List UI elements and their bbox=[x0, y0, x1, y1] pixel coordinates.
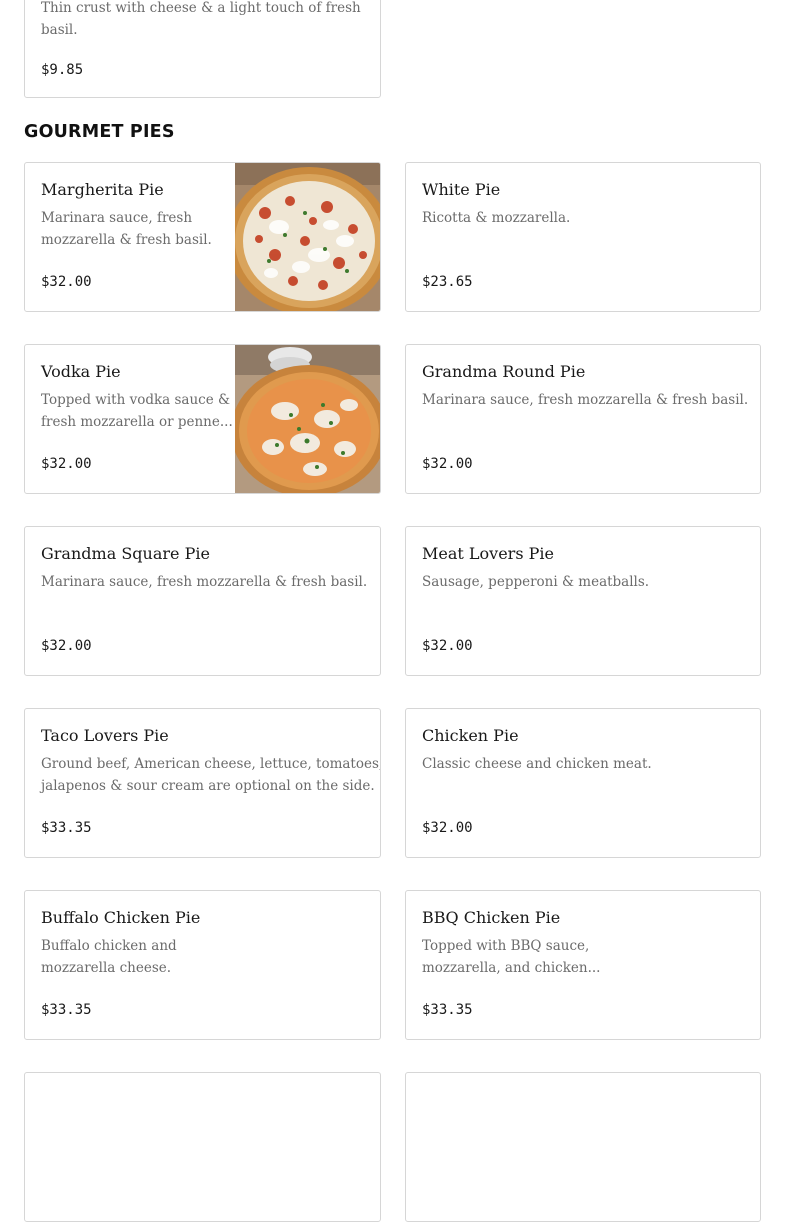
description-line: mozzarella cheese. bbox=[41, 960, 172, 976]
menu-item-name: Buffalo Chicken Pie bbox=[41, 908, 201, 927]
menu-item-name: Margherita Pie bbox=[41, 180, 164, 199]
menu-item-description: Ground beef, American cheese, lettuce, t… bbox=[41, 753, 381, 797]
description-line: Marinara sauce, fresh mozzarella & fresh… bbox=[41, 574, 368, 590]
menu-item-price: $33.35 bbox=[41, 820, 92, 836]
menu-item-name: Vodka Pie bbox=[41, 362, 121, 381]
menu-item-price: $33.35 bbox=[422, 1002, 473, 1018]
menu-item-name: Chicken Pie bbox=[422, 726, 519, 745]
section-title: GOURMET PIES bbox=[24, 122, 175, 142]
description-line: Topped with vodka sauce & bbox=[41, 392, 231, 408]
menu-item-card[interactable]: Margherita Pie Marinara sauce, fresh moz… bbox=[24, 162, 381, 312]
description-line: Buffalo chicken and bbox=[41, 938, 177, 954]
menu-item-description: Marinara sauce, fresh mozzarella & fresh… bbox=[41, 571, 367, 593]
description-line: Sausage, pepperoni & meatballs. bbox=[422, 574, 650, 590]
menu-item-description: Classic cheese and chicken meat. bbox=[422, 753, 652, 775]
description-line: Marinara sauce, fresh bbox=[41, 210, 193, 226]
menu-item-description: Marinara sauce, fresh mozzarella & fresh… bbox=[41, 207, 212, 251]
menu-item-description: Topped with vodka sauce & fresh mozzarel… bbox=[41, 389, 233, 433]
description-line: Marinara sauce, fresh mozzarella & fresh… bbox=[422, 392, 749, 408]
menu-item-name: Grandma Round Pie bbox=[422, 362, 586, 381]
menu-item-description: Topped with BBQ sauce, mozzarella, and c… bbox=[422, 935, 600, 979]
description-line: Topped with BBQ sauce, bbox=[422, 938, 590, 954]
menu-item-price: $23.65 bbox=[422, 274, 473, 290]
description-line: jalapenos & sour cream are optional on t… bbox=[41, 778, 375, 794]
menu-item-description: Buffalo chicken and mozzarella cheese. bbox=[41, 935, 177, 979]
menu-item-description: Thin crust with cheese & a light touch o… bbox=[41, 0, 361, 41]
menu-item-card[interactable]: BBQ Chicken Pie Topped with BBQ sauce, m… bbox=[405, 890, 761, 1040]
margherita-pizza-photo bbox=[235, 163, 380, 311]
menu-item-card[interactable]: White Pie Ricotta & mozzarella. $23.65 bbox=[405, 162, 761, 312]
menu-item-card[interactable]: Grandma Round Pie Marinara sauce, fresh … bbox=[405, 344, 761, 494]
menu-item-price: $32.00 bbox=[422, 820, 473, 836]
menu-item-description: Sausage, pepperoni & meatballs. bbox=[422, 571, 649, 593]
description-line: Thin crust with cheese & a light touch o… bbox=[41, 0, 361, 16]
menu-item-card[interactable]: Meat Lovers Pie Sausage, pepperoni & mea… bbox=[405, 526, 761, 676]
menu-item-card[interactable]: Buffalo Chicken Pie Buffalo chicken and … bbox=[24, 890, 381, 1040]
menu-item-name: White Pie bbox=[422, 180, 501, 199]
description-line: Ground beef, American cheese, lettuce, t… bbox=[41, 756, 381, 772]
menu-item-description: Ricotta & mozzarella. bbox=[422, 207, 570, 229]
menu-item-card-partial[interactable] bbox=[24, 1072, 381, 1222]
menu-item-card-partial[interactable] bbox=[405, 1072, 761, 1222]
menu-item-price: $9.85 bbox=[41, 62, 84, 78]
menu-item-name: Grandma Square Pie bbox=[41, 544, 210, 563]
description-line: Ricotta & mozzarella. bbox=[422, 210, 571, 226]
menu-item-price: $32.00 bbox=[41, 638, 92, 654]
menu-item-name: BBQ Chicken Pie bbox=[422, 908, 561, 927]
description-line: Classic cheese and chicken meat. bbox=[422, 756, 652, 772]
description-line: mozzarella & fresh basil. bbox=[41, 232, 212, 248]
menu-item-price: $32.00 bbox=[422, 456, 473, 472]
menu-item-description: Marinara sauce, fresh mozzarella & fresh… bbox=[422, 389, 748, 411]
menu-item-price: $32.00 bbox=[41, 274, 92, 290]
menu-item-card[interactable]: Vodka Pie Topped with vodka sauce & fres… bbox=[24, 344, 381, 494]
description-line: basil. bbox=[41, 22, 78, 38]
menu-item-card[interactable]: Taco Lovers Pie Ground beef, American ch… bbox=[24, 708, 381, 858]
menu-item-price: $32.00 bbox=[422, 638, 473, 654]
description-line: mozzarella, and chicken... bbox=[422, 960, 601, 976]
menu-item-card[interactable]: Grandma Square Pie Marinara sauce, fresh… bbox=[24, 526, 381, 676]
menu-item-price: $32.00 bbox=[41, 456, 92, 472]
description-line: fresh mozzarella or penne... bbox=[41, 414, 233, 430]
menu-item-price: $33.35 bbox=[41, 1002, 92, 1018]
menu-item-name: Meat Lovers Pie bbox=[422, 544, 554, 563]
menu-item-name: Taco Lovers Pie bbox=[41, 726, 169, 745]
menu-item-card-top[interactable]: Thin crust with cheese & a light touch o… bbox=[24, 0, 381, 98]
menu-item-card[interactable]: Chicken Pie Classic cheese and chicken m… bbox=[405, 708, 761, 858]
vodka-pizza-photo bbox=[235, 345, 380, 493]
